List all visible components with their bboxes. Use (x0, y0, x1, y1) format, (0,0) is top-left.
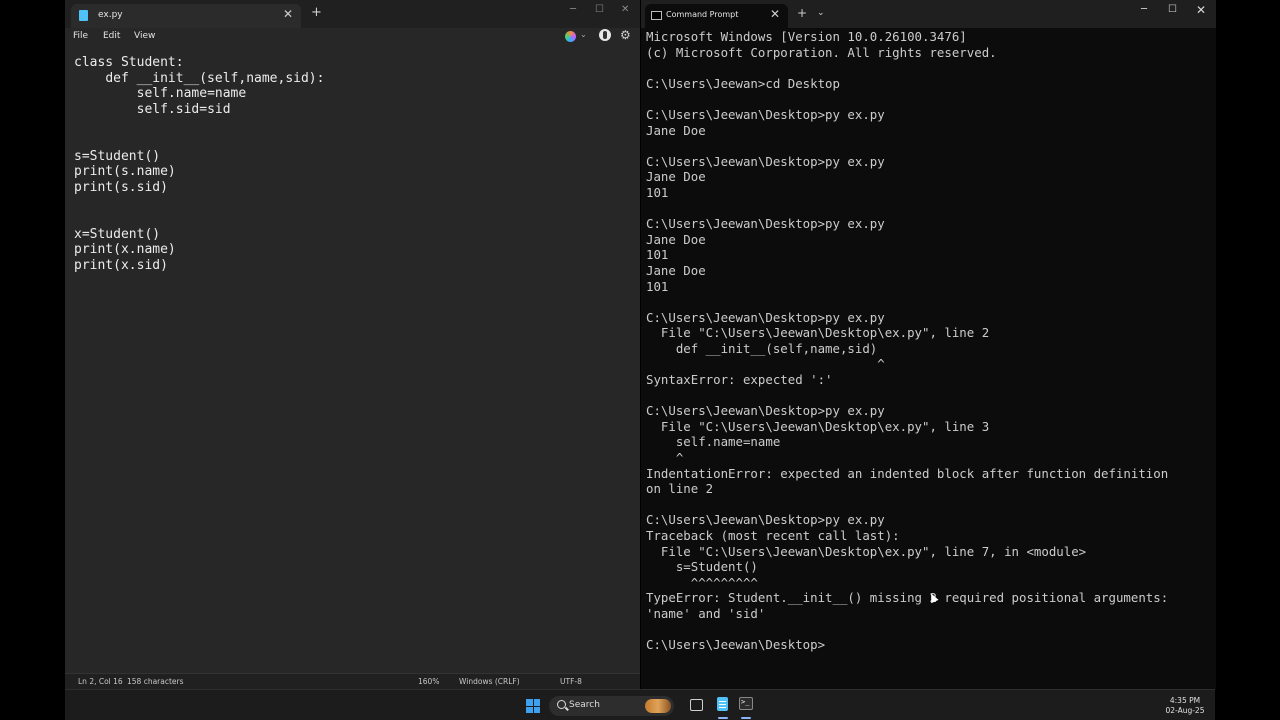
windows-taskbar: Search 4:35 PM 02-Aug-25 (65, 689, 1215, 720)
notepad-running-indicator (718, 717, 728, 719)
search-label: Search (569, 700, 600, 710)
status-character-count: 158 characters (127, 677, 184, 686)
status-encoding[interactable]: UTF-8 (560, 677, 582, 686)
command-prompt-icon (651, 11, 662, 20)
notepad-file-icon (79, 10, 88, 21)
console-output-text[interactable]: Microsoft Windows [Version 10.0.26100.34… (646, 29, 1168, 653)
notepad-minimize-icon[interactable]: ─ (570, 4, 576, 15)
status-zoom[interactable]: 160% (418, 677, 439, 686)
clock-date[interactable]: 02-Aug-25 (1155, 706, 1215, 715)
editor-code-text[interactable]: class Student: def __init__(self,name,si… (74, 55, 324, 273)
terminal-tab-command-prompt[interactable]: Command Prompt ✕ (645, 4, 788, 28)
taskbar-search-box[interactable]: Search (549, 696, 674, 716)
notepad-title-bar: ex.py ✕ + ─ ☐ ✕ (65, 0, 640, 28)
terminal-maximize-icon[interactable]: ☐ (1168, 4, 1177, 15)
notepad-close-icon[interactable]: ✕ (621, 4, 629, 15)
notepad-tab-title: ex.py (98, 10, 123, 20)
terminal-console[interactable]: Microsoft Windows [Version 10.0.26100.34… (641, 28, 1216, 689)
clock-time[interactable]: 4:35 PM (1155, 696, 1215, 705)
notepad-maximize-icon[interactable]: ☐ (595, 4, 604, 15)
menu-view[interactable]: View (134, 31, 155, 41)
notepad-new-tab-button[interactable]: + (311, 6, 322, 20)
terminal-tab-title: Command Prompt (666, 10, 739, 19)
terminal-taskbar-icon[interactable] (739, 697, 753, 710)
terminal-title-bar: Command Prompt ✕ + ⌄ ─ ☐ ✕ (641, 0, 1216, 28)
search-icon (557, 700, 566, 709)
notepad-menu-bar: File Edit View ⌄ ⚙ (65, 28, 640, 50)
settings-gear-icon[interactable]: ⚙ (620, 28, 631, 42)
terminal-running-indicator (741, 717, 751, 719)
command-prompt-window: Command Prompt ✕ + ⌄ ─ ☐ ✕ Microsoft Win… (641, 0, 1216, 689)
notepad-tab-close-icon[interactable]: ✕ (283, 7, 293, 21)
account-icon[interactable] (599, 29, 611, 41)
notepad-taskbar-icon[interactable] (717, 697, 728, 711)
status-cursor-position: Ln 2, Col 16 (78, 677, 123, 686)
terminal-close-icon[interactable]: ✕ (1196, 3, 1206, 17)
notepad-tab-ex-py[interactable]: ex.py ✕ (71, 4, 301, 28)
status-line-ending[interactable]: Windows (CRLF) (459, 677, 520, 686)
search-highlight-image-icon[interactable] (645, 699, 671, 713)
terminal-new-tab-button[interactable]: + (797, 6, 807, 20)
copilot-icon[interactable] (565, 31, 576, 42)
notepad-text-editor[interactable]: class Student: def __init__(self,name,si… (65, 50, 640, 673)
task-view-icon[interactable] (690, 699, 703, 711)
terminal-minimize-icon[interactable]: ─ (1141, 4, 1147, 15)
start-windows-icon[interactable] (526, 699, 540, 713)
notepad-status-bar: Ln 2, Col 16 158 characters 160% Windows… (65, 673, 640, 689)
menu-file[interactable]: File (73, 31, 88, 41)
terminal-dropdown-chevron-icon[interactable]: ⌄ (817, 6, 825, 20)
chevron-down-icon[interactable]: ⌄ (580, 30, 587, 39)
terminal-tab-close-icon[interactable]: ✕ (770, 7, 780, 21)
menu-edit[interactable]: Edit (103, 31, 120, 41)
notepad-window: ex.py ✕ + ─ ☐ ✕ File Edit View ⌄ ⚙ class… (65, 0, 640, 689)
